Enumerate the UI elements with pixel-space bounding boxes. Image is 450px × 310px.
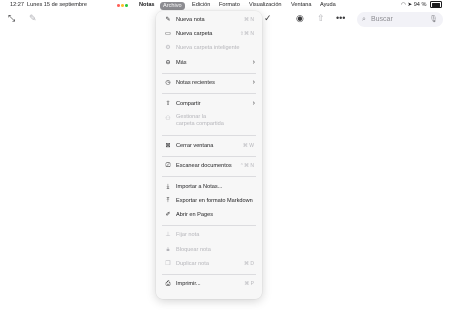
menu-item-label: Imprimir... [176,281,201,287]
menu-item-imprimir[interactable]: ⎙ Imprimir... ⌘ P [156,278,262,290]
menu-item-cerrar-ventana[interactable]: ⊠ Cerrar ventana ⌘ W [156,140,262,152]
menu-divider [162,274,256,275]
system-status: ◠ ➤ 94 % [401,0,442,11]
pages-icon: ✐ [165,212,171,218]
printer-icon: ⎙ [165,281,171,287]
menu-item-shortcut: ⌃⌘ N [239,163,254,169]
menu-item-label: Duplicar nota [176,261,209,267]
menu-item-label-line2: carpeta compartida [176,121,224,127]
chevron-right-icon: › [252,100,255,107]
microphone-icon[interactable]: 🎙 [429,12,438,27]
location-icon: ➤ [407,2,413,8]
menu-item-nueva-nota[interactable]: ✎ Nueva nota ⌘ N [156,14,262,26]
status-date: Lunes 15 de septiembre [27,2,88,8]
checklist-icon[interactable]: ✓ [264,13,272,24]
menu-item-nueva-carpeta-inteligente: ⚙ Nueva carpeta inteligente [156,42,262,54]
menu-item-shortcut: ⌘ W [242,143,254,149]
menu-item-compartir[interactable]: ⇧ Compartir › [156,98,262,110]
menu-archivo[interactable]: Archivo [160,1,185,10]
pin-icon: ⊥ [165,232,171,238]
folder-icon: ▭ [165,31,171,37]
import-icon: ⤓ [166,184,170,190]
menu-item-label: Nueva carpeta inteligente [176,45,240,51]
menu-divider [162,176,256,177]
menu-ventana[interactable]: Ventana [291,0,312,11]
search-placeholder: Buscar [371,16,393,23]
menu-item-bloquear-nota: 🔒︎ Bloquear nota [156,244,262,256]
menu-item-nueva-carpeta[interactable]: ▭ Nueva carpeta ⇧⌘ N [156,28,262,40]
menu-item-label: Más [176,60,187,66]
menu-item-label: Nueva nota [176,17,205,23]
chevron-right-icon: › [252,79,255,86]
menu-divider [162,73,256,74]
status-time: 12:27 [10,2,24,8]
menu-item-shortcut: ⌘ N [244,17,254,23]
share-icon: ⇧ [165,101,171,107]
menu-item-shortcut: ⌘ D [244,261,254,267]
status-bar: 12:27 Lunes 15 de septiembre Notas Archi… [0,0,450,11]
menu-divider [162,93,256,94]
menu-item-escanear[interactable]: ⎚ Escanear documentos ⌃⌘ N [156,160,262,172]
menu-formato[interactable]: Formato [219,0,240,11]
wifi-icon: ◠ [400,2,406,8]
menu-item-duplicar-nota: ❐ Duplicar nota ⌘ D [156,258,262,270]
menu-item-label: Importar a Notas... [176,184,223,190]
menu-item-mas[interactable]: ⊖ Más › [156,57,262,69]
menu-item-label: Nueva carpeta [176,31,213,37]
archivo-menu: ✎ Nueva nota ⌘ N ▭ Nueva carpeta ⇧⌘ N ⚙ … [156,11,262,299]
gear-icon: ⚙ [165,45,171,51]
search-icon: ⌕ [362,16,366,23]
menu-item-label: Exportar en formato Markdown [176,198,253,204]
collapse-icon[interactable]: ⤡ [8,13,15,24]
menu-item-exportar-markdown[interactable]: ⤒ Exportar en formato Markdown [156,195,262,207]
more-icon[interactable]: ••• [336,13,345,23]
duplicate-icon: ❐ [165,261,171,267]
compose-icon: ✎ [165,17,171,23]
chevron-right-icon: › [252,59,255,66]
menu-item-label: Fijar nota [176,232,200,238]
menu-divider [162,135,256,136]
menu-item-label: Bloquear nota [176,247,211,253]
menu-item-shortcut: ⌘ P [244,281,254,287]
window-controls[interactable] [117,0,130,11]
search-field[interactable]: ⌕ Buscar 🎙 [357,12,443,27]
navigate-icon[interactable]: ◉ [296,13,304,24]
menu-ayuda[interactable]: Ayuda [320,0,336,11]
battery-icon [430,1,442,9]
menu-item-label: Cerrar ventana [176,143,214,149]
menu-item-label: Notas recientes [176,80,215,86]
share-icon[interactable]: ⇧ [317,13,325,24]
menu-edicion[interactable]: Edición [192,0,210,11]
menu-item-notas-recientes[interactable]: ◷ Notas recientes › [156,77,262,89]
clock-icon: ◷ [165,80,171,86]
ellipsis-circle-icon: ⊖ [165,60,171,66]
menu-item-abrir-pages[interactable]: ✐ Abrir en Pages [156,209,262,221]
menu-item-gestionar-carpeta: ⚇ Gestionar la carpeta compartida [156,112,262,130]
menu-item-importar[interactable]: ⤓ Importar a Notas... [156,181,262,193]
close-window-icon: ⊠ [165,143,171,149]
export-icon: ⤒ [166,198,170,204]
menu-item-label: Abrir en Pages [176,212,214,218]
menu-app-notas[interactable]: Notas [139,0,155,11]
menu-visualizacion[interactable]: Visualización [249,0,282,11]
menu-item-label: Escanear documentos [176,163,232,169]
menu-item-label-line1: Gestionar la [176,114,207,120]
menu-item-label: Compartir [176,101,201,107]
lock-icon: 🔒︎ [166,247,170,253]
battery-percent: 94 % [413,2,427,8]
menu-divider [162,225,256,226]
shared-folder-icon: ⚇ [165,116,171,122]
compose-icon[interactable]: ✎ [29,13,37,24]
scan-document-icon: ⎚ [165,163,171,169]
menu-divider [162,156,256,157]
menu-item-label: Gestionar la carpeta compartida [176,114,224,128]
menu-item-shortcut: ⇧⌘ N [239,31,254,37]
menu-item-fijar-nota: ⊥ Fijar nota [156,229,262,241]
